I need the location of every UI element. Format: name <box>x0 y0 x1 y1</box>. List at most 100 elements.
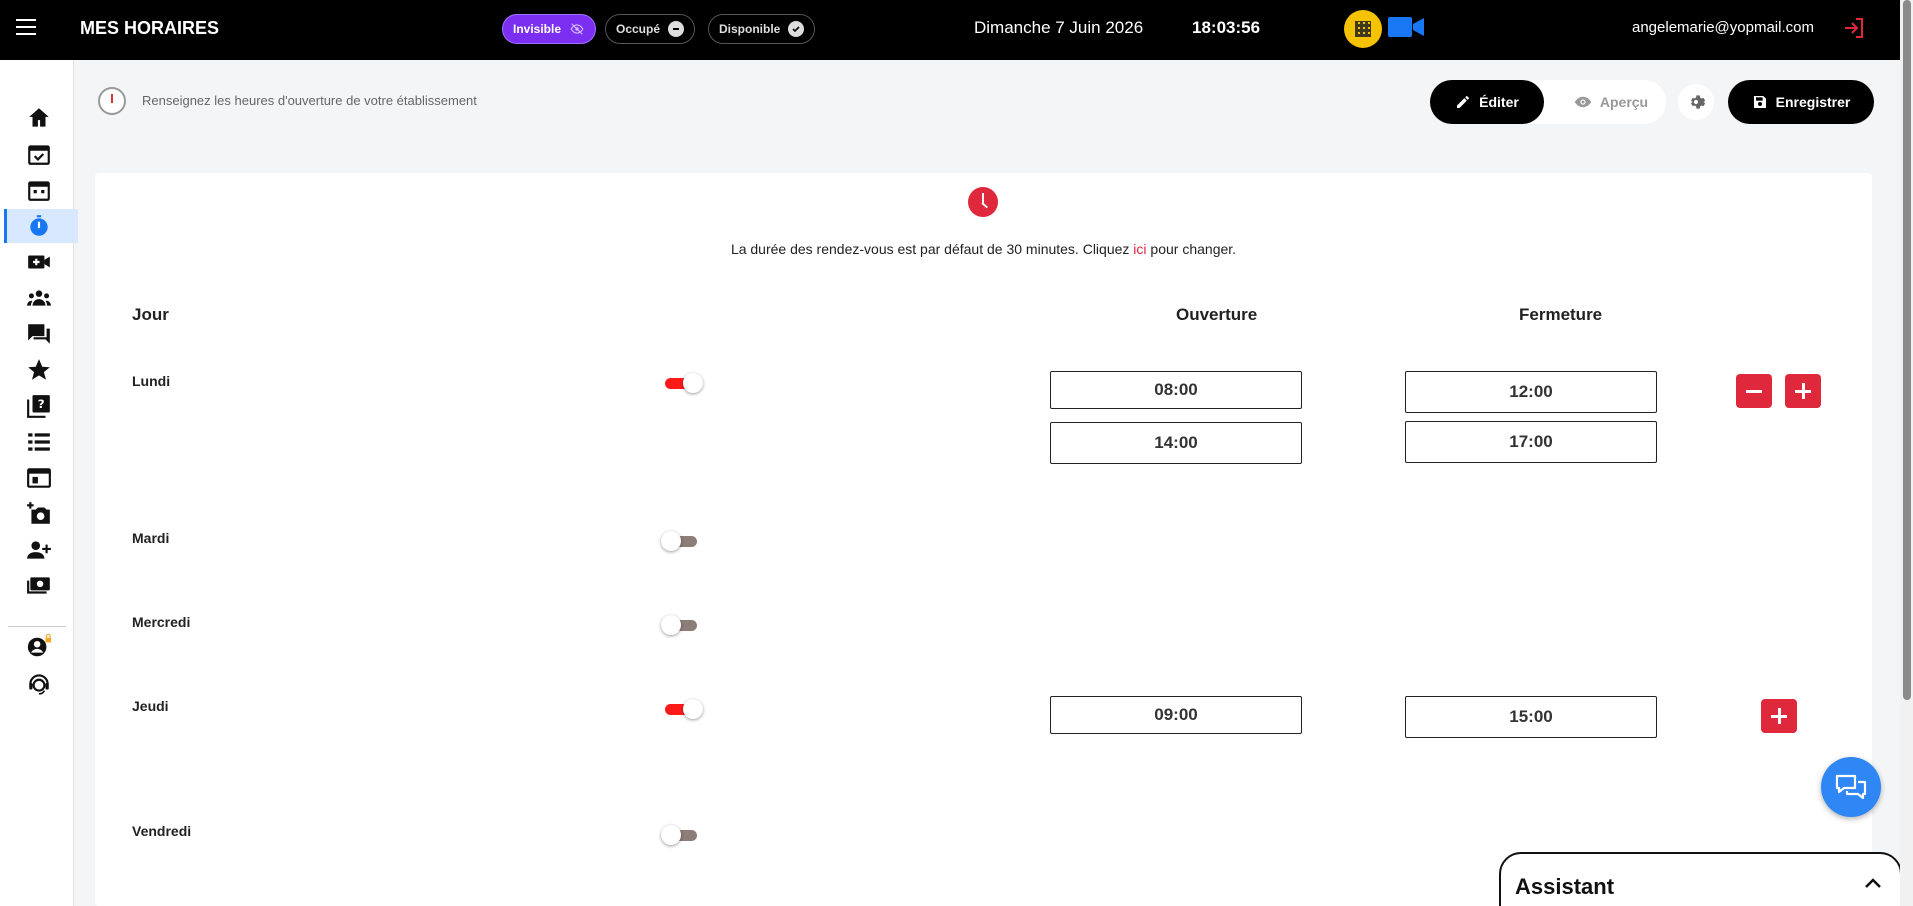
default-duration-info: La durée des rendez-vous est par défaut … <box>95 241 1872 257</box>
chat-icon <box>28 324 50 344</box>
preview-button[interactable]: Aperçu <box>1556 80 1666 124</box>
assistant-panel[interactable]: Assistant <box>1499 852 1902 906</box>
edit-button[interactable]: Éditer <box>1430 80 1544 124</box>
menu-icon[interactable] <box>16 19 36 39</box>
remove-slot-button[interactable] <box>1736 374 1772 408</box>
add-slot-button[interactable] <box>1761 699 1797 733</box>
gear-icon <box>1691 95 1706 109</box>
floppy-icon <box>1753 96 1766 108</box>
closing-time-input[interactable]: 17:00 <box>1405 421 1657 463</box>
sidebar-item-invite[interactable] <box>4 533 78 567</box>
day-label: Vendredi <box>132 823 192 839</box>
day-label: Jeudi <box>132 698 169 714</box>
svg-text:?: ? <box>38 397 45 411</box>
qr-code-icon <box>1355 21 1371 37</box>
sidebar-item-home[interactable] <box>4 101 78 135</box>
sidebar-divider <box>8 626 66 627</box>
user-email: angelemarie@yopmail.com <box>1632 19 1814 36</box>
edit-label: Éditer <box>1479 94 1519 110</box>
eye-icon <box>1574 96 1592 108</box>
sub-header: Renseignez les heures d'ouverture de vot… <box>74 60 1900 140</box>
info-text: La durée des rendez-vous est par défaut … <box>730 241 1134 257</box>
clock-icon <box>98 87 126 115</box>
help-book-icon: ? <box>27 395 50 418</box>
browser-icon <box>27 468 51 488</box>
clock-icon <box>968 187 998 217</box>
day-label: Mardi <box>132 530 170 546</box>
status-label: Invisible <box>513 22 562 36</box>
status-available-button[interactable]: Disponible <box>708 14 816 44</box>
logout-icon[interactable] <box>1842 16 1866 40</box>
list-icon <box>28 433 50 451</box>
scrollbar[interactable] <box>1900 0 1913 906</box>
sidebar-item-video[interactable] <box>4 245 78 279</box>
sidebar-item-clients[interactable] <box>4 281 78 315</box>
sidebar-item-website[interactable] <box>4 461 78 495</box>
check-circle-icon <box>788 21 805 37</box>
day-toggle-mardi[interactable] <box>661 531 699 551</box>
save-button[interactable]: Enregistrer <box>1728 80 1874 124</box>
sidebar-item-faq[interactable]: ? <box>4 389 78 423</box>
change-duration-link[interactable]: ici <box>1133 241 1146 257</box>
add-slot-button[interactable] <box>1785 374 1821 408</box>
qr-code-button[interactable] <box>1344 10 1382 48</box>
opening-time-input[interactable]: 08:00 <box>1050 371 1302 409</box>
opening-time-input[interactable]: 14:00 <box>1050 422 1302 464</box>
day-toggle-vendredi[interactable] <box>661 825 699 845</box>
timer-icon <box>30 215 48 236</box>
home-icon <box>29 108 49 127</box>
current-date: Dimanche 7 Juin 2026 <box>974 18 1144 37</box>
day-toggle-mercredi[interactable] <box>661 615 699 635</box>
group-icon <box>27 290 51 306</box>
day-label: Mercredi <box>132 614 191 630</box>
day-toggle-lundi[interactable] <box>661 373 703 393</box>
scrollbar-thumb[interactable] <box>1903 0 1911 700</box>
day-column-header: Jour <box>132 305 169 324</box>
minus-icon <box>1746 389 1762 393</box>
opening-time-input[interactable]: 09:00 <box>1050 696 1302 734</box>
status-invisible-button[interactable]: Invisible <box>502 14 597 44</box>
person-add-icon <box>27 541 51 559</box>
account-lock-icon <box>27 634 52 657</box>
save-label: Enregistrer <box>1775 94 1851 110</box>
sidebar-item-photos[interactable] <box>4 497 78 531</box>
chat-bubbles-icon <box>1835 774 1867 800</box>
sidebar-item-calendar[interactable] <box>4 173 78 207</box>
sidebar-item-payments[interactable] <box>4 569 78 603</box>
sidebar-item-support[interactable] <box>4 666 78 700</box>
add-photo-icon <box>27 502 50 524</box>
closing-column-header: Fermeture <box>1519 305 1603 324</box>
sidebar-item-account[interactable] <box>4 630 78 664</box>
day-toggle-jeudi[interactable] <box>661 699 703 719</box>
pencil-icon <box>1457 96 1470 108</box>
closing-time-input[interactable]: 12:00 <box>1405 371 1657 413</box>
info-text: pour changer. <box>1146 241 1237 257</box>
closing-time-input[interactable]: 15:00 <box>1405 696 1657 738</box>
support-agent-icon <box>29 674 49 695</box>
page-title: MES HORAIRES <box>80 18 220 38</box>
status-label: Disponible <box>719 22 781 36</box>
chevron-up-icon[interactable] <box>1861 872 1885 896</box>
sidebar-item-schedule[interactable] <box>4 209 78 243</box>
current-time: 18:03:56 <box>1192 18 1261 37</box>
chat-support-button[interactable] <box>1821 757 1881 817</box>
status-busy-button[interactable]: Occupé <box>605 14 696 44</box>
settings-button[interactable] <box>1678 84 1714 120</box>
sidebar-item-appointments[interactable] <box>4 137 78 171</box>
star-icon <box>28 359 50 380</box>
preview-label: Aperçu <box>1599 94 1649 110</box>
sidebar: ? <box>0 60 78 906</box>
sidebar-item-reviews[interactable] <box>4 353 78 387</box>
video-camera-icon[interactable] <box>1388 16 1424 38</box>
sub-header-description: Renseignez les heures d'ouverture de vot… <box>142 93 477 108</box>
status-label: Occupé <box>616 22 661 36</box>
payments-icon <box>27 577 50 594</box>
day-label: Lundi <box>132 373 171 389</box>
calendar-icon <box>28 181 50 201</box>
sidebar-item-messages[interactable] <box>4 317 78 351</box>
video-plus-icon <box>28 255 50 269</box>
minus-circle-icon <box>668 21 685 37</box>
sidebar-item-services[interactable] <box>4 425 78 459</box>
top-bar: MES HORAIRES Invisible Occupé Disponible… <box>0 0 1900 60</box>
eye-off-icon <box>569 21 585 37</box>
